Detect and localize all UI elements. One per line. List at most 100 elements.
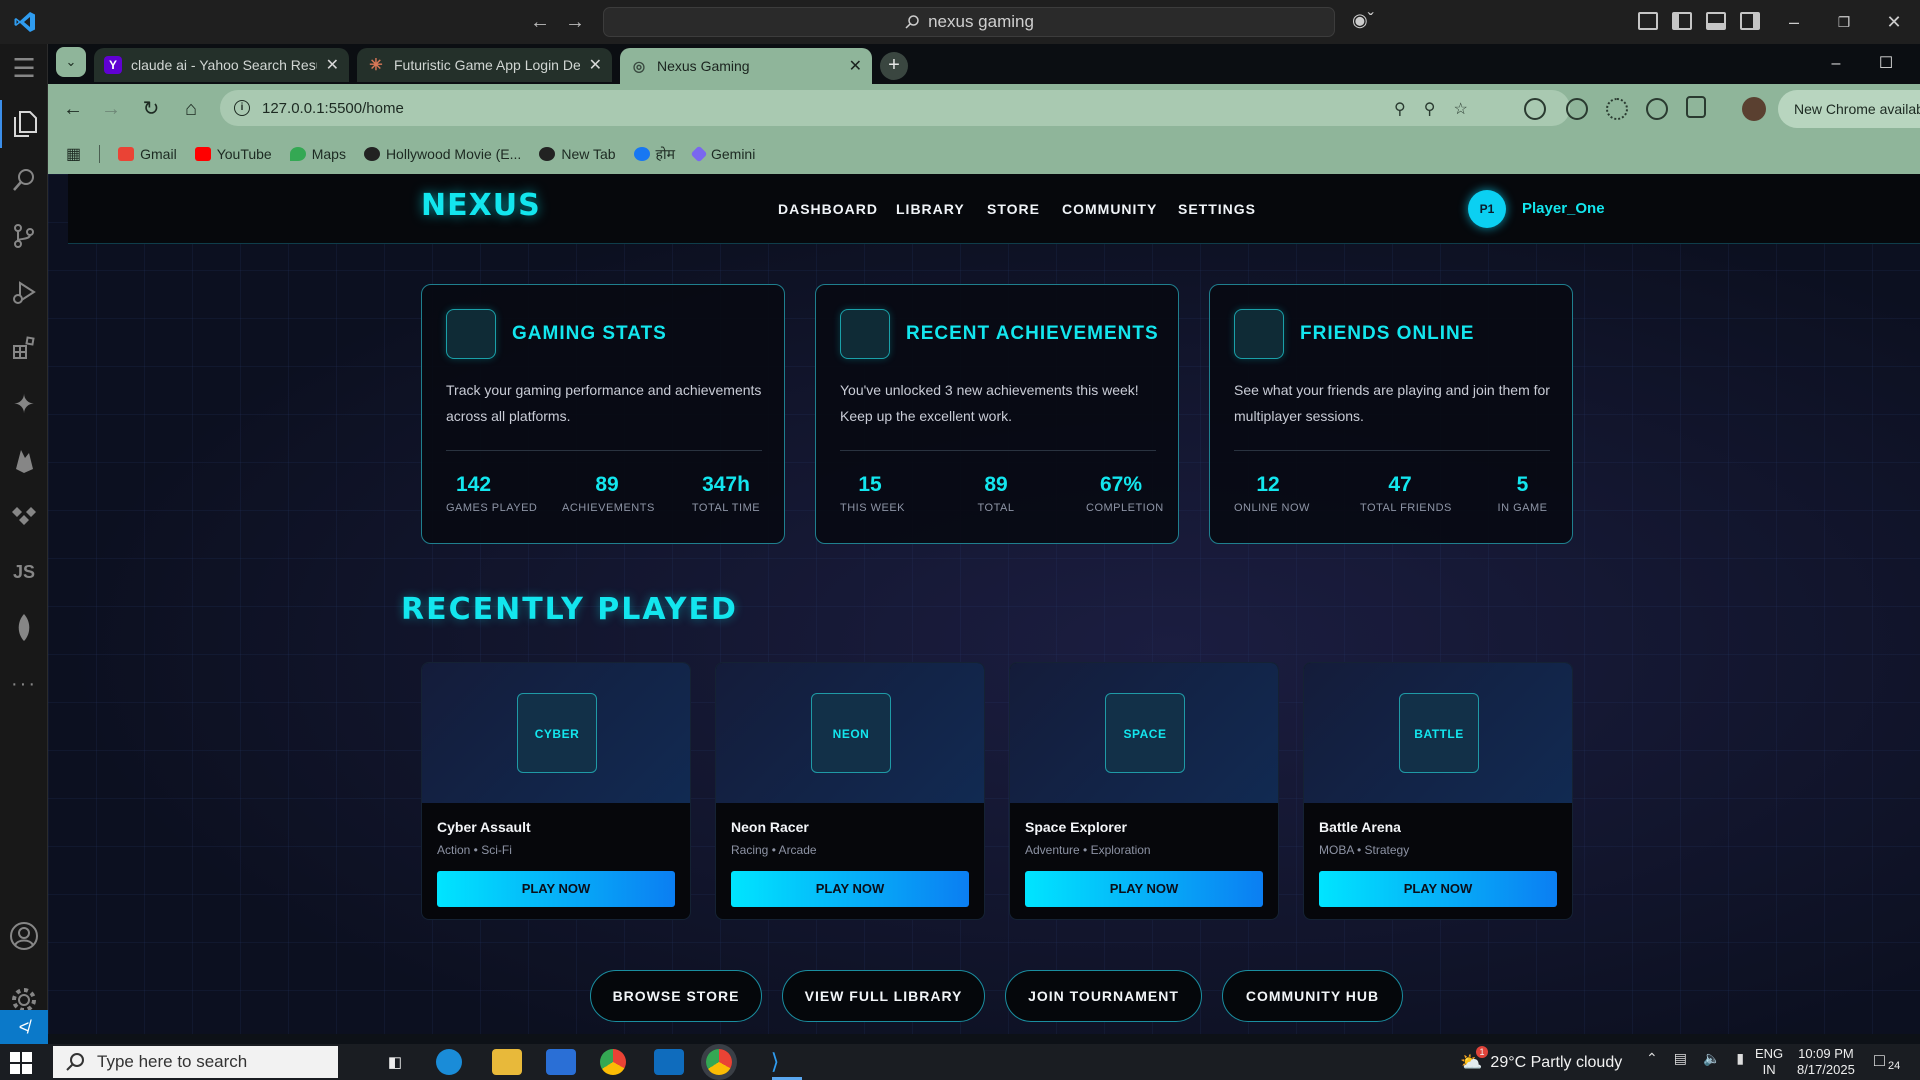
close-icon[interactable]: ✕ xyxy=(1874,8,1914,36)
play-now-button[interactable]: PLAY NOW xyxy=(731,871,969,907)
more-icon[interactable]: ··· xyxy=(0,660,48,708)
tab-claude-login-design[interactable]: ✳ Futuristic Game App Login Design ✕ xyxy=(357,48,612,82)
close-tab-icon[interactable]: ✕ xyxy=(849,56,862,76)
minimize-icon[interactable]: – xyxy=(1774,8,1814,36)
tab-search-chevron-icon[interactable]: ⌄ xyxy=(56,47,86,77)
new-chrome-available-button[interactable]: New Chrome available xyxy=(1778,90,1920,128)
command-center-search[interactable]: nexus gaming xyxy=(603,7,1335,37)
copilot-sparkle-icon[interactable]: ✦ xyxy=(0,380,48,428)
game-card-cyber-assault[interactable]: CYBER Cyber Assault Action • Sci-Fi PLAY… xyxy=(421,662,691,920)
play-now-button[interactable]: PLAY NOW xyxy=(1025,871,1263,907)
forward-icon[interactable]: → xyxy=(96,94,126,124)
remote-explorer-icon[interactable] xyxy=(0,492,48,540)
zoom-icon[interactable]: ⚲ xyxy=(1424,99,1436,119)
weather-widget[interactable]: ⛅ 1 29°C Partly cloudy xyxy=(1460,1046,1622,1073)
extension-1-icon[interactable] xyxy=(1524,98,1546,120)
game-card-neon-racer[interactable]: NEON Neon Racer Racing • Arcade PLAY NOW xyxy=(715,662,985,920)
nexus-logo[interactable]: NEXUS xyxy=(421,188,541,223)
extension-2-icon[interactable] xyxy=(1566,98,1588,120)
clock[interactable]: 10:09 PM 8/17/2025 xyxy=(1797,1046,1855,1078)
battery-icon[interactable]: ▮ xyxy=(1736,1050,1744,1067)
chevron-up-icon[interactable]: ⌃ xyxy=(1646,1050,1658,1067)
profile-avatar[interactable] xyxy=(1742,97,1766,121)
file-explorer-icon[interactable] xyxy=(492,1049,522,1075)
run-debug-icon[interactable] xyxy=(0,268,48,316)
forward-arrow-icon[interactable]: → xyxy=(562,9,588,35)
site-info-icon[interactable]: i xyxy=(234,100,250,116)
bookmark-new-tab[interactable]: New Tab xyxy=(539,146,616,162)
extensions-icon[interactable] xyxy=(0,324,48,372)
new-tab-plus-icon[interactable]: + xyxy=(880,52,908,80)
chrome-icon[interactable] xyxy=(600,1049,626,1075)
mongodb-leaf-icon[interactable] xyxy=(0,604,48,652)
join-tournament-button[interactable]: JOIN TOURNAMENT xyxy=(1005,970,1202,1022)
username[interactable]: Player_One xyxy=(1522,200,1605,217)
extension-4-icon[interactable] xyxy=(1646,98,1668,120)
bookmark-gemini[interactable]: Gemini xyxy=(690,145,755,163)
home-icon[interactable]: ⌂ xyxy=(176,94,206,124)
bookmark-gmail[interactable]: Gmail xyxy=(118,146,177,162)
remote-window-icon[interactable]: ≮ xyxy=(0,1010,48,1044)
bookmark-star-icon[interactable]: ☆ xyxy=(1453,99,1467,119)
chrome-active-icon[interactable] xyxy=(706,1049,732,1075)
bookmark-maps[interactable]: Maps xyxy=(289,146,346,162)
nav-community[interactable]: COMMUNITY xyxy=(1062,201,1157,217)
back-arrow-icon[interactable]: ← xyxy=(527,9,553,35)
taskbar-search-box[interactable]: Type here to search xyxy=(53,1046,338,1078)
volume-icon[interactable]: 🔈 xyxy=(1703,1050,1720,1067)
task-view-icon[interactable]: ◧ xyxy=(380,1049,410,1075)
address-bar[interactable]: i 127.0.0.1:5500/home xyxy=(220,90,1570,126)
windows-start-icon[interactable] xyxy=(10,1052,32,1074)
game-card-battle-arena[interactable]: BATTLE Battle Arena MOBA • Strategy PLAY… xyxy=(1303,662,1573,920)
bookmark-hollywood-movie[interactable]: Hollywood Movie (E... xyxy=(363,146,521,162)
customize-layout-icon[interactable] xyxy=(1638,12,1658,30)
nav-store[interactable]: STORE xyxy=(987,201,1040,217)
close-tab-icon[interactable]: ✕ xyxy=(589,55,602,75)
firebase-icon[interactable] xyxy=(0,436,48,484)
reload-icon[interactable]: ↻ xyxy=(136,94,166,124)
toggle-secondary-sidebar-icon[interactable] xyxy=(1740,12,1760,30)
chrome-minimize-icon[interactable]: – xyxy=(1816,50,1856,78)
explorer-icon[interactable] xyxy=(0,100,48,148)
search-icon[interactable] xyxy=(0,156,48,204)
tab-nexus-gaming[interactable]: ◎ Nexus Gaming ✕ xyxy=(620,48,872,84)
region-code: IN xyxy=(1762,1062,1776,1077)
js-icon[interactable]: JS xyxy=(0,548,48,596)
bookmark-youtube[interactable]: YouTube xyxy=(194,146,272,162)
chrome-maximize-icon[interactable]: ☐ xyxy=(1866,50,1906,78)
nav-library[interactable]: LIBRARY xyxy=(896,201,965,217)
play-now-button[interactable]: PLAY NOW xyxy=(437,871,675,907)
outlook-icon[interactable] xyxy=(654,1049,684,1075)
network-icon[interactable]: ▤ xyxy=(1674,1050,1687,1067)
apps-grid-icon[interactable]: ▦ xyxy=(66,144,81,164)
nav-dashboard[interactable]: DASHBOARD xyxy=(778,201,878,217)
source-control-icon[interactable] xyxy=(0,212,48,260)
vscode-taskbar-icon[interactable]: ⟩ xyxy=(760,1049,790,1075)
vscode-logo-icon[interactable] xyxy=(12,10,38,34)
language-indicator[interactable]: ENG IN xyxy=(1755,1046,1783,1078)
tab-yahoo-search[interactable]: Y claude ai - Yahoo Search Results ✕ xyxy=(94,48,349,82)
menu-icon[interactable]: ☰ xyxy=(0,44,48,92)
close-tab-icon[interactable]: ✕ xyxy=(326,55,339,75)
toggle-panel-icon[interactable] xyxy=(1706,12,1726,30)
microsoft-store-icon[interactable] xyxy=(546,1049,576,1075)
avatar[interactable]: P1 xyxy=(1468,190,1506,228)
password-key-icon[interactable]: ⚲ xyxy=(1394,99,1406,119)
toggle-primary-sidebar-icon[interactable] xyxy=(1672,12,1692,30)
copilot-icon[interactable]: ◉ˇ xyxy=(1352,10,1396,34)
bookmark-facebook-home[interactable]: होम xyxy=(633,145,675,164)
extension-3-icon[interactable] xyxy=(1606,98,1628,120)
notification-center-icon[interactable]: □ 24 xyxy=(1874,1050,1904,1074)
community-hub-button[interactable]: COMMUNITY HUB xyxy=(1222,970,1403,1022)
browse-store-button[interactable]: BROWSE STORE xyxy=(590,970,762,1022)
nav-settings[interactable]: SETTINGS xyxy=(1178,201,1256,217)
account-icon[interactable] xyxy=(0,912,48,960)
game-card-space-explorer[interactable]: SPACE Space Explorer Adventure • Explora… xyxy=(1009,662,1279,920)
card-description: Track your gaming performance and achiev… xyxy=(446,382,762,424)
view-full-library-button[interactable]: VIEW FULL LIBRARY xyxy=(782,970,985,1022)
restore-icon[interactable]: ❐ xyxy=(1824,8,1864,36)
edge-icon[interactable] xyxy=(436,1049,462,1075)
back-icon[interactable]: ← xyxy=(58,94,88,124)
extensions-puzzle-icon[interactable] xyxy=(1686,96,1706,118)
play-now-button[interactable]: PLAY NOW xyxy=(1319,871,1557,907)
